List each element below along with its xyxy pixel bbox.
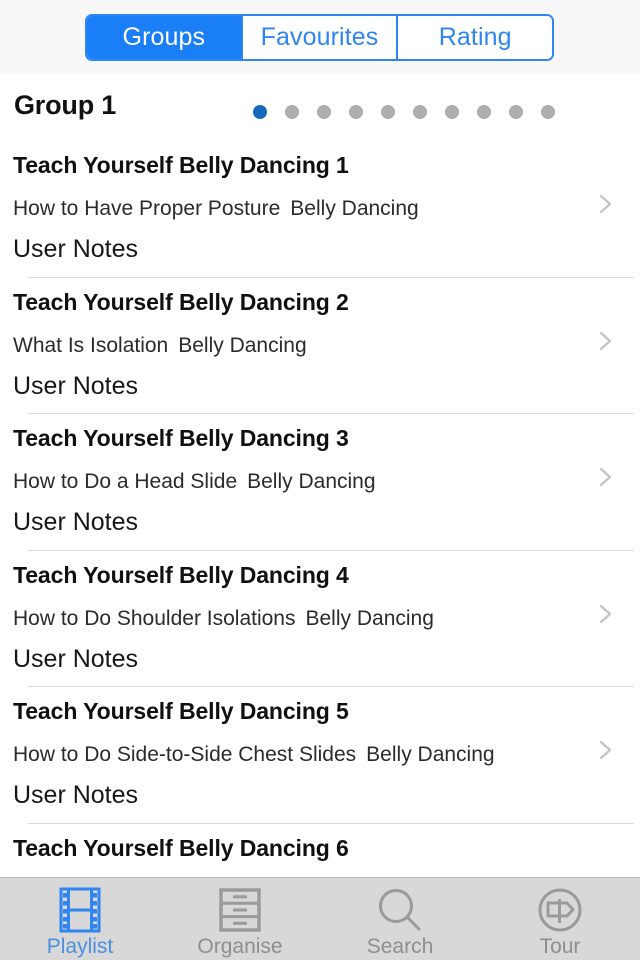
group-header: Group 1 [0, 74, 640, 140]
page-dot[interactable] [253, 105, 267, 119]
row-subtitle-lesson: How to Do a Head Slide [13, 470, 238, 493]
row-subtitle-category: Belly Dancing [366, 743, 495, 766]
segment-groups-label: Groups [122, 23, 206, 51]
row-subtitle: How to Do Side-to-Side Chest Slides Belly… [13, 743, 495, 767]
row-separator [28, 276, 634, 278]
tab-bar: Playlist Organise Search Tour [0, 877, 640, 960]
app-root: Groups Favourites Rating Group 1 Teach Y… [0, 0, 640, 960]
row-subtitle-lesson: What Is Isolation [13, 333, 169, 357]
lesson-list[interactable]: Teach Yourself Belly Dancing 1 How to Ha… [0, 140, 640, 877]
row-separator [28, 686, 634, 687]
table-row[interactable]: Teach Yourself Belly Dancing 1 How to Ha… [0, 140, 640, 277]
tab-search[interactable]: Search [320, 878, 480, 960]
search-icon [377, 887, 423, 933]
chevron-right-icon[interactable] [596, 740, 616, 760]
header-bar: Groups Favourites Rating [0, 0, 640, 74]
row-user-notes[interactable]: User Notes [13, 235, 138, 264]
table-row[interactable]: Teach Yourself Belly Dancing 5 How to Do… [0, 686, 640, 823]
row-user-notes[interactable]: User Notes [13, 372, 138, 401]
row-title: Teach Yourself Belly Dancing 5 [13, 698, 349, 724]
tab-tour-label: Tour [539, 935, 581, 958]
chevron-right-icon[interactable] [596, 604, 616, 624]
segment-groups[interactable]: Groups [87, 16, 241, 59]
row-subtitle-lesson: How to Do Side-to-Side Chest Slides [13, 743, 357, 766]
row-user-notes[interactable]: User Notes [13, 645, 138, 674]
page-dot[interactable] [381, 105, 395, 119]
row-subtitle: How to Do a Head Slide Belly Dancing [13, 470, 376, 494]
page-dot[interactable] [349, 105, 363, 119]
tab-playlist-label: Playlist [46, 935, 114, 958]
row-separator [28, 822, 634, 824]
row-separator [28, 549, 634, 551]
row-title: Teach Yourself Belly Dancing 3 [13, 425, 349, 451]
row-subtitle-category: Belly Dancing [247, 470, 376, 493]
page-dot[interactable] [317, 105, 331, 119]
segment-rating[interactable]: Rating [396, 16, 552, 59]
row-subtitle: How to Have Proper Posture Belly Dancing [13, 197, 419, 221]
row-title: Teach Yourself Belly Dancing 4 [13, 561, 349, 588]
file-cabinet-icon [218, 887, 262, 933]
row-subtitle-category: Belly Dancing [305, 606, 434, 630]
film-strip-icon [59, 887, 101, 933]
page-dot[interactable] [445, 105, 459, 119]
row-subtitle: What Is Isolation Belly Dancing [13, 334, 307, 358]
row-title: Teach Yourself Belly Dancing 1 [13, 152, 349, 178]
row-user-notes[interactable]: User Notes [13, 508, 138, 537]
tab-search-label: Search [366, 935, 434, 958]
chevron-right-icon[interactable] [596, 467, 616, 487]
segment-favourites[interactable]: Favourites [240, 16, 397, 59]
tab-organise[interactable]: Organise [160, 878, 320, 960]
row-subtitle-category: Belly Dancing [290, 197, 419, 220]
signpost-icon [537, 887, 583, 933]
table-row[interactable]: Teach Yourself Belly Dancing 3 How to Do… [0, 413, 640, 550]
page-dots[interactable] [253, 105, 555, 119]
page-dot[interactable] [541, 105, 555, 119]
segmented-control[interactable]: Groups Favourites Rating [85, 14, 554, 61]
segment-favourites-label: Favourites [260, 23, 379, 51]
page-dot[interactable] [285, 105, 299, 119]
row-subtitle: How to Do Shoulder Isolations Belly Danci… [13, 607, 434, 631]
chevron-right-icon[interactable] [596, 331, 616, 351]
row-user-notes[interactable]: User Notes [13, 781, 138, 810]
page-title: Group 1 [14, 90, 117, 120]
tab-playlist[interactable]: Playlist [0, 878, 160, 960]
page-dot[interactable] [509, 105, 523, 119]
row-title: Teach Yourself Belly Dancing 6 [13, 834, 349, 861]
page-dot[interactable] [413, 105, 427, 119]
page-dot[interactable] [477, 105, 491, 119]
row-title: Teach Yourself Belly Dancing 2 [13, 288, 349, 315]
tab-organise-label: Organise [197, 935, 283, 958]
chevron-right-icon[interactable] [596, 194, 616, 214]
row-subtitle-lesson: How to Do Shoulder Isolations [13, 606, 296, 630]
row-subtitle-category: Belly Dancing [178, 333, 307, 357]
table-row[interactable]: Teach Yourself Belly Dancing 4 How to Do… [0, 549, 640, 686]
table-row[interactable]: Teach Yourself Belly Dancing 2 What Is I… [0, 276, 640, 413]
segment-rating-label: Rating [438, 23, 512, 51]
table-row[interactable]: Teach Yourself Belly Dancing 6 [0, 822, 640, 877]
row-separator [28, 413, 634, 414]
row-subtitle-lesson: How to Have Proper Posture [13, 197, 281, 220]
tab-tour[interactable]: Tour [480, 878, 640, 960]
